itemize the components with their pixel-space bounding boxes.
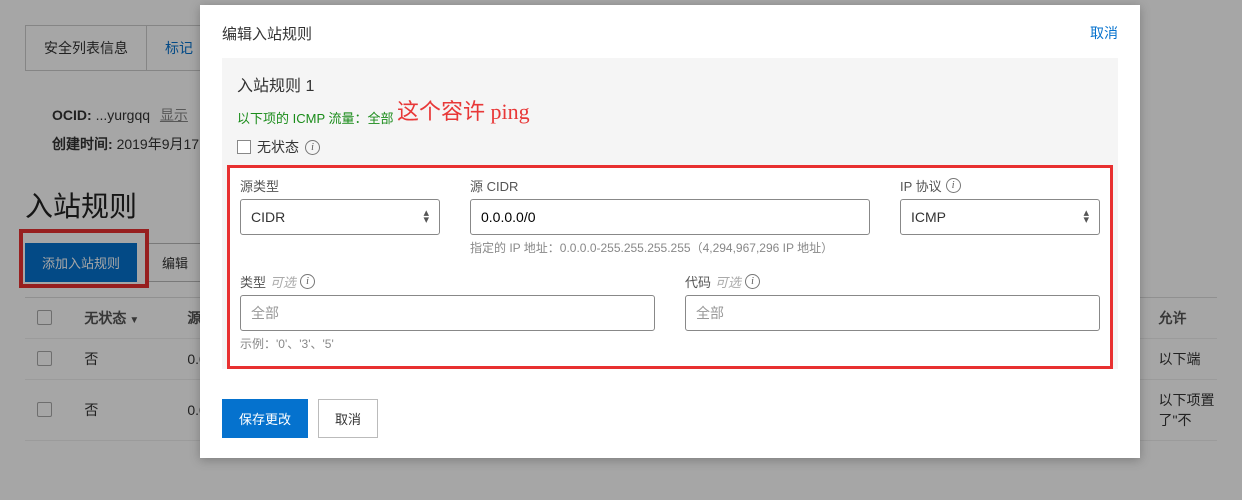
label-type: 类型 可选 i [240,272,655,291]
modal-footer: 保存更改 取消 [200,399,1140,458]
field-type: 类型 可选 i 示例：'0'、'3'、'5' [240,272,655,352]
source-cidr-hint: 指定的 IP 地址：0.0.0.0-255.255.255.255（4,294,… [470,239,870,256]
info-icon[interactable]: i [300,274,315,289]
modal-cancel-link[interactable]: 取消 [1090,23,1118,44]
label-ip-proto: IP 协议 i [900,176,1100,195]
rule-title: 入站规则 1 [237,72,1103,96]
info-icon[interactable]: i [745,274,760,289]
form-row-1: 源类型 CIDR ▴▾ 源 CIDR 指定的 IP 地址：0.0.0.0-255… [240,176,1100,256]
stateless-row: 无状态 i [237,137,1103,165]
label-source-type: 源类型 [240,176,440,195]
code-input[interactable] [685,295,1100,331]
select-arrows-icon: ▴▾ [423,210,429,224]
source-cidr-input[interactable] [470,199,870,235]
annotation-text: 这个容许 ping [397,94,530,126]
rule-section: 入站规则 1 以下项的 ICMP 流量：全部 这个容许 ping 无状态 i 源… [222,58,1118,369]
type-hint: 示例：'0'、'3'、'5' [240,335,655,352]
field-ip-proto: IP 协议 i ICMP ▴▾ [900,176,1100,256]
type-input[interactable] [240,295,655,331]
stateless-label: 无状态 [257,137,299,157]
label-code: 代码 可选 i [685,272,1100,291]
modal-title: 编辑入站规则 [222,23,312,44]
form-row-2: 类型 可选 i 示例：'0'、'3'、'5' 代码 可选 i [240,272,1100,352]
modal-body: 入站规则 1 以下项的 ICMP 流量：全部 这个容许 ping 无状态 i 源… [200,58,1140,399]
label-source-cidr: 源 CIDR [470,176,870,195]
source-type-select[interactable]: CIDR ▴▾ [240,199,440,235]
icmp-note: 以下项的 ICMP 流量：全部 [237,108,1103,127]
stateless-checkbox[interactable] [237,140,251,154]
cancel-button[interactable]: 取消 [318,399,378,438]
save-button[interactable]: 保存更改 [222,399,308,438]
field-source-type: 源类型 CIDR ▴▾ [240,176,440,256]
field-code: 代码 可选 i [685,272,1100,352]
modal-header: 编辑入站规则 取消 [200,5,1140,58]
form-highlight-box: 源类型 CIDR ▴▾ 源 CIDR 指定的 IP 地址：0.0.0.0-255… [227,165,1113,369]
info-icon[interactable]: i [946,178,961,193]
edit-rule-modal: 编辑入站规则 取消 入站规则 1 以下项的 ICMP 流量：全部 这个容许 pi… [200,5,1140,458]
select-arrows-icon: ▴▾ [1083,210,1089,224]
ip-proto-select[interactable]: ICMP ▴▾ [900,199,1100,235]
field-source-cidr: 源 CIDR 指定的 IP 地址：0.0.0.0-255.255.255.255… [470,176,870,256]
info-icon[interactable]: i [305,140,320,155]
